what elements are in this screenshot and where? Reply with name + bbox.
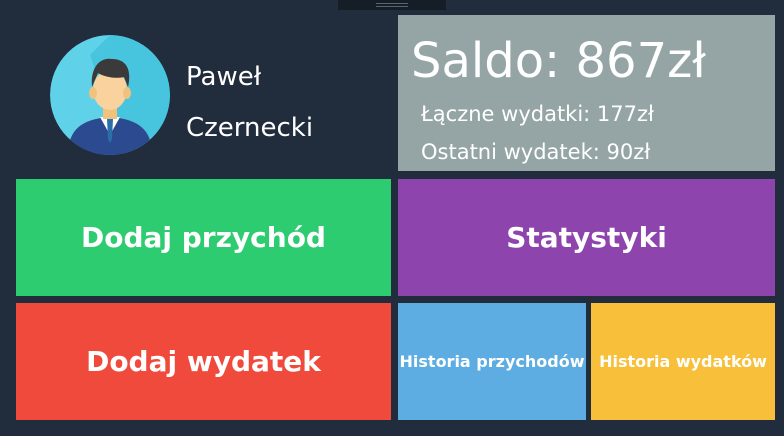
last-expense: Ostatni wydatek: 90zł [421, 140, 651, 164]
balance-panel: Saldo: 867zł Łączne wydatki: 177zł Ostat… [398, 15, 775, 171]
user-name: Paweł Czernecki [186, 52, 313, 154]
statistics-button[interactable]: Statystyki [398, 179, 775, 296]
grip-icon [376, 3, 408, 7]
user-first-name: Paweł [186, 62, 262, 92]
total-expenses: Łączne wydatki: 177zł [421, 102, 654, 126]
add-income-button[interactable]: Dodaj przychód [16, 179, 391, 296]
expense-history-button[interactable]: Historia wydatków [591, 303, 775, 420]
balance-amount: Saldo: 867zł [411, 33, 706, 89]
user-last-name: Czernecki [186, 113, 314, 143]
income-history-button[interactable]: Historia przychodów [398, 303, 586, 420]
window-drag-handle[interactable] [338, 0, 446, 10]
user-avatar-icon [50, 35, 170, 155]
add-expense-button[interactable]: Dodaj wydatek [16, 303, 391, 420]
